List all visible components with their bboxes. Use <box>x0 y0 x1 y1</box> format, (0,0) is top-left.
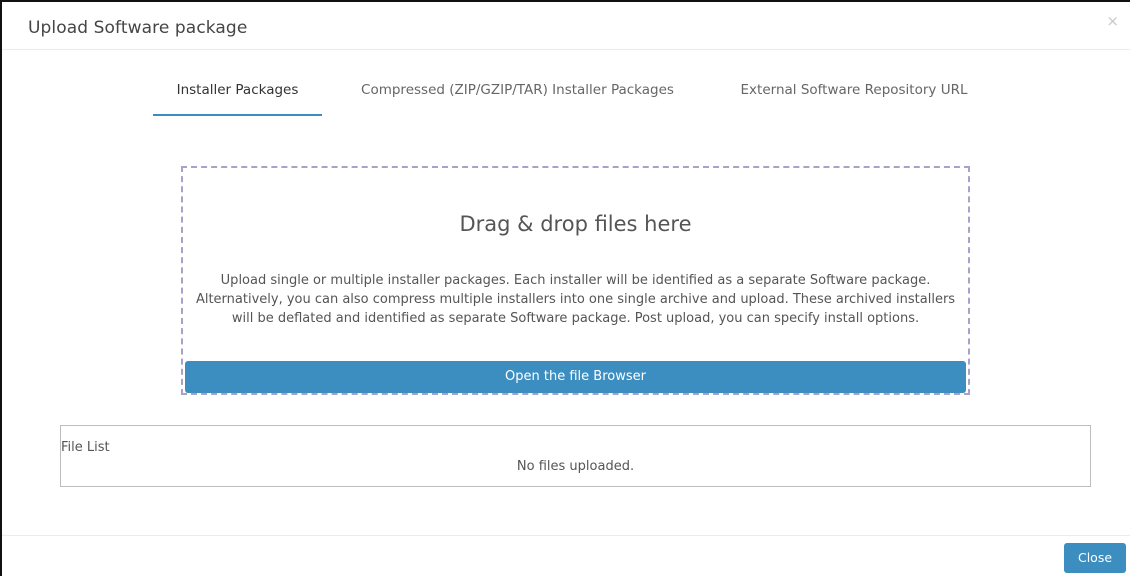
tab-compressed-installer-packages[interactable]: Compressed (ZIP/GZIP/TAR) Installer Pack… <box>339 82 696 114</box>
file-list-empty-message: No files uploaded. <box>516 459 635 474</box>
tab-external-repository-url[interactable]: External Software Repository URL <box>714 82 994 114</box>
open-file-browser-button[interactable]: Open the file Browser <box>185 361 966 393</box>
tab-bar: Installer Packages Compressed (ZIP/GZIP/… <box>2 82 1130 116</box>
dialog-header: Upload Software package × <box>2 2 1130 50</box>
dropzone-description: Upload single or multiple installer pack… <box>195 273 956 326</box>
close-button[interactable]: Close <box>1064 543 1126 573</box>
file-list-panel: File List No files uploaded. <box>60 425 1091 487</box>
tab-installer-packages[interactable]: Installer Packages <box>153 82 322 116</box>
file-dropzone[interactable]: Drag & drop files here Upload single or … <box>181 166 970 395</box>
upload-software-dialog: Upload Software package × Installer Pack… <box>0 0 1130 576</box>
dialog-title: Upload Software package <box>28 18 248 38</box>
close-icon[interactable]: × <box>1106 14 1119 29</box>
dialog-footer: Close <box>2 535 1130 579</box>
dropzone-title: Drag & drop files here <box>459 212 692 236</box>
file-list-label: File List <box>61 440 110 455</box>
